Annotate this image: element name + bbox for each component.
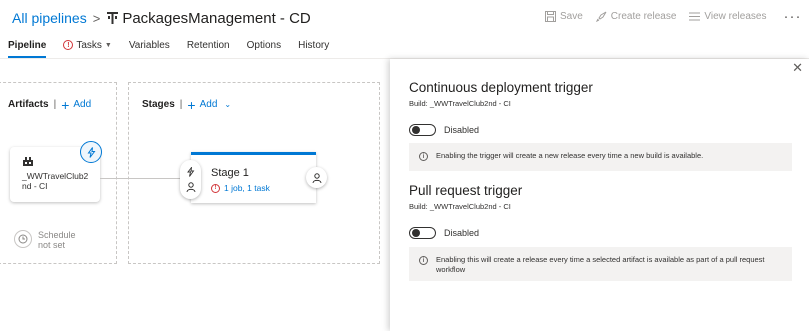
more-options-icon[interactable]: ··· [783, 9, 801, 24]
stage-card[interactable]: Stage 1 ! 1 job, 1 task [191, 152, 316, 203]
stage-subtitle: 1 job, 1 task [224, 183, 270, 193]
schedule-trigger[interactable]: Schedule not set [14, 230, 76, 250]
chevron-down-icon: ▼ [104, 41, 112, 49]
person-icon [186, 182, 195, 193]
tab-tasks-label: Tasks [76, 39, 102, 51]
rocket-icon [595, 11, 607, 22]
lightning-person-icon [186, 166, 194, 177]
cd-info-text: Enabling the trigger will create a new r… [436, 151, 704, 160]
artifacts-header: Artifacts | + Add [8, 96, 92, 113]
create-release-label: Create release [610, 11, 677, 22]
list-icon [689, 12, 701, 21]
tab-pipeline[interactable]: Pipeline [8, 38, 47, 58]
close-icon[interactable]: ✕ [792, 60, 803, 76]
pr-info-text: Enabling this will create a release ever… [436, 255, 765, 274]
schedule-line1: Schedule [38, 230, 76, 240]
toolbar: Save Create release View releases ··· [545, 9, 801, 24]
info-icon: i [419, 256, 428, 265]
add-stage-label: Add [199, 99, 218, 110]
schedule-text: Schedule not set [38, 230, 76, 250]
pr-trigger-title: Pull request trigger [409, 183, 523, 198]
stage-title: Stage 1 [211, 167, 249, 179]
save-button[interactable]: Save [545, 11, 583, 22]
warning-icon: ! [211, 183, 220, 193]
all-pipelines-link[interactable]: All pipelines [12, 10, 87, 26]
tab-retention[interactable]: Retention [187, 38, 230, 52]
tab-bar: Pipeline ! Tasks ▼ Variables Retention O… [8, 38, 329, 58]
lightning-icon [87, 146, 95, 158]
pipeline-icon [107, 12, 119, 24]
tab-variables[interactable]: Variables [129, 38, 170, 52]
add-artifact-label: Add [73, 99, 92, 110]
artifact-name: _WWTravelClub2nd - CI [22, 171, 89, 191]
save-label: Save [560, 11, 583, 22]
cd-toggle-row: Disabled [409, 124, 479, 136]
artifacts-title: Artifacts [8, 99, 49, 110]
cd-trigger-button[interactable] [80, 141, 102, 163]
add-artifact-button[interactable]: + Add [61, 96, 92, 113]
add-stage-button[interactable]: + Add ⌄ [187, 96, 232, 113]
view-releases-label: View releases [704, 11, 767, 22]
pr-toggle-row: Disabled [409, 227, 479, 239]
cd-info-box: i Enabling the trigger will create a new… [409, 143, 792, 171]
tab-tasks[interactable]: ! Tasks ▼ [63, 38, 112, 52]
tab-variables-label: Variables [128, 39, 170, 51]
trigger-panel: ✕ Continuous deployment trigger Build: _… [390, 59, 809, 331]
cd-build-label: Build: _WWTravelClub2nd - CI [409, 99, 511, 108]
clock-icon [14, 230, 32, 248]
person-icon [312, 172, 321, 183]
stages-header: Stages | + Add ⌄ [142, 96, 232, 113]
separator: | [179, 99, 183, 110]
cd-trigger-toggle[interactable] [409, 124, 436, 136]
cd-toggle-label: Disabled [444, 125, 480, 135]
cd-trigger-title: Continuous deployment trigger [409, 80, 593, 95]
tab-retention-label: Retention [186, 39, 230, 51]
view-releases-button[interactable]: View releases [689, 11, 766, 22]
pr-info-box: i Enabling this will create a release ev… [409, 247, 792, 281]
tab-history-label: History [298, 39, 330, 51]
schedule-line2: not set [38, 240, 66, 250]
separator: | [53, 99, 57, 110]
chevron-down-icon: ⌄ [224, 100, 232, 109]
pre-deployment-conditions[interactable] [180, 160, 201, 199]
pr-toggle-label: Disabled [444, 228, 480, 238]
pr-trigger-toggle[interactable] [409, 227, 436, 239]
page-title: PackagesManagement - CD [122, 9, 311, 27]
plus-icon: + [61, 96, 70, 113]
tab-history[interactable]: History [298, 38, 329, 52]
tab-options-label: Options [246, 39, 282, 51]
chevron-right-icon: > [92, 10, 101, 26]
create-release-button[interactable]: Create release [595, 11, 677, 22]
warning-icon: ! [63, 40, 74, 50]
post-deployment-conditions[interactable] [306, 167, 327, 188]
build-artifact-icon [23, 157, 33, 166]
plus-icon: + [187, 96, 196, 113]
breadcrumb: All pipelines > PackagesManagement - CD [12, 9, 311, 27]
save-icon [545, 11, 556, 22]
stages-title: Stages [142, 99, 175, 110]
tab-pipeline-label: Pipeline [8, 39, 47, 51]
stage-tasks-link[interactable]: ! 1 job, 1 task [211, 183, 270, 193]
info-icon: i [419, 152, 428, 161]
pr-build-label: Build: _WWTravelClub2nd - CI [409, 202, 511, 211]
tab-options[interactable]: Options [247, 38, 281, 52]
